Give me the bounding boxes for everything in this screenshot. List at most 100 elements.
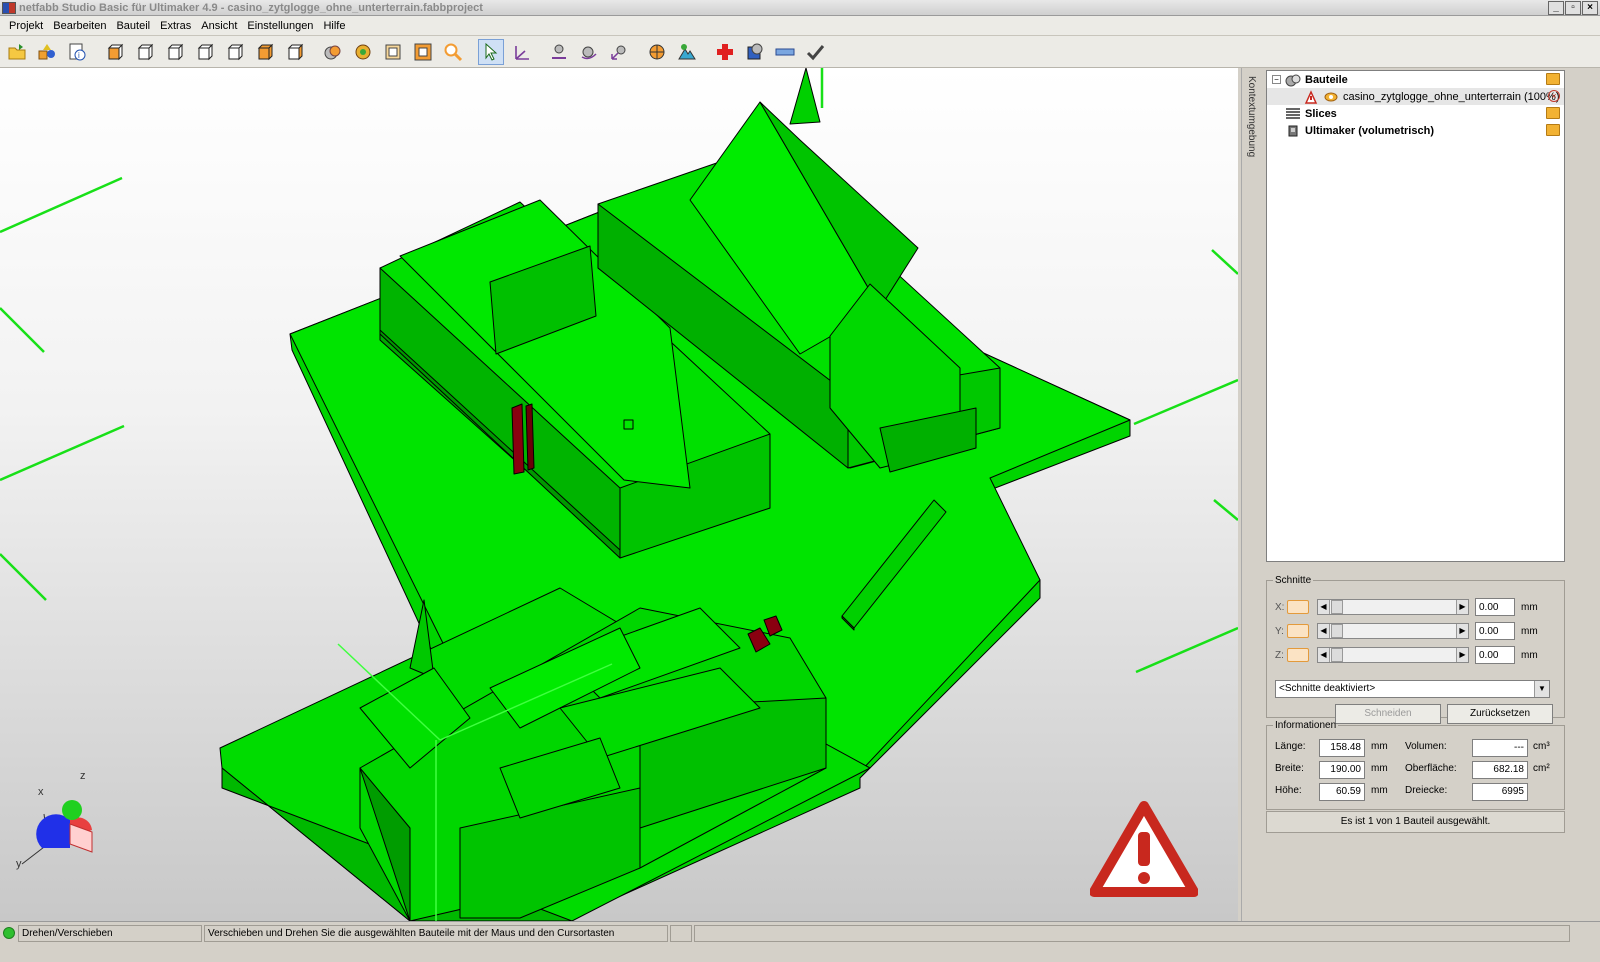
confirm-button[interactable] <box>802 39 828 65</box>
slider-right-arrow-icon[interactable]: ▶ <box>1456 648 1468 662</box>
menu-hilfe[interactable]: Hilfe <box>318 20 350 32</box>
zoom-all-button[interactable] <box>410 39 436 65</box>
cut-x-toggle[interactable] <box>1287 600 1309 614</box>
zoom-button[interactable] <box>440 39 466 65</box>
close-button[interactable]: × <box>1582 1 1598 15</box>
slices-icon <box>1285 107 1301 121</box>
zoom-part-button[interactable] <box>380 39 406 65</box>
length-unit: mm <box>1371 741 1388 752</box>
folder-icon[interactable] <box>1546 73 1560 85</box>
scale-button[interactable] <box>606 39 632 65</box>
minimize-button[interactable]: _ <box>1548 1 1564 15</box>
context-tab[interactable]: Kontextumgebung <box>1241 68 1263 921</box>
length-label: Länge: <box>1275 741 1306 752</box>
cut-y-input[interactable] <box>1475 622 1515 640</box>
parts-tree[interactable]: − Bauteile casino_zytglogge_ohne_unterte… <box>1266 70 1565 562</box>
repair-button[interactable] <box>712 39 738 65</box>
tree-item-bauteile[interactable]: − Bauteile <box>1267 71 1564 88</box>
open-project-button[interactable] <box>4 39 30 65</box>
status-hint: Verschieben und Drehen Sie die ausgewähl… <box>204 925 668 942</box>
slider-thumb[interactable] <box>1331 600 1343 614</box>
slicing-button[interactable] <box>742 39 768 65</box>
place-on-platform-button[interactable] <box>546 39 572 65</box>
part-warning-icon <box>1303 89 1319 104</box>
window-controls: _ ▫ × <box>1548 1 1598 15</box>
folder-icon[interactable] <box>1546 124 1560 136</box>
cut-x-slider[interactable]: ◀ ▶ <box>1317 599 1469 615</box>
slider-left-arrow-icon[interactable]: ◀ <box>1318 648 1330 662</box>
red-cross-icon <box>717 43 733 60</box>
cut-z-toggle[interactable] <box>1287 648 1309 662</box>
shading-button[interactable] <box>350 39 376 65</box>
measure-button[interactable] <box>644 39 670 65</box>
slider-right-arrow-icon[interactable]: ▶ <box>1456 624 1468 638</box>
view-iso-button[interactable] <box>282 39 308 65</box>
scene-svg <box>0 68 1238 921</box>
cube-right-icon <box>197 43 214 60</box>
rotate-button[interactable] <box>576 39 602 65</box>
tree-label-slices: Slices <box>1305 107 1337 120</box>
folder-open-icon <box>8 43 26 59</box>
render-mode-button[interactable] <box>320 39 346 65</box>
view-top-button[interactable] <box>222 39 248 65</box>
move-tool-button[interactable] <box>508 39 534 65</box>
info-group: Informationen Länge: 158.48 mm Breite: 1… <box>1266 720 1565 810</box>
length-value: 158.48 <box>1319 739 1365 757</box>
cut-x-input[interactable] <box>1475 598 1515 616</box>
maximize-button[interactable]: ▫ <box>1565 1 1581 15</box>
axis-widget: x z y <box>8 768 108 878</box>
3d-viewport[interactable]: x z y <box>0 68 1238 921</box>
menu-extras[interactable]: Extras <box>155 20 196 32</box>
support-button[interactable] <box>674 39 700 65</box>
view-bottom-button[interactable] <box>252 39 278 65</box>
view-left-button[interactable] <box>162 39 188 65</box>
cut-y-toggle[interactable] <box>1287 624 1309 638</box>
cut-y-slider[interactable]: ◀ ▶ <box>1317 623 1469 639</box>
menu-ansicht[interactable]: Ansicht <box>196 20 242 32</box>
select-tool-button[interactable] <box>478 38 504 65</box>
slider-left-arrow-icon[interactable]: ◀ <box>1318 600 1330 614</box>
menu-bar: Projekt Bearbeiten Bauteil Extras Ansich… <box>0 16 1600 36</box>
tree-expander[interactable]: − <box>1272 75 1281 84</box>
status-progress <box>694 925 1570 942</box>
folder-icon[interactable] <box>1546 107 1560 119</box>
menu-bearbeiten[interactable]: Bearbeiten <box>48 20 111 32</box>
add-part-button[interactable] <box>34 39 60 65</box>
warning-triangle-icon <box>1089 801 1199 897</box>
slider-thumb[interactable] <box>1331 648 1343 662</box>
slider-thumb[interactable] <box>1331 624 1343 638</box>
scale-icon <box>611 45 626 60</box>
menu-projekt[interactable]: Projekt <box>4 20 48 32</box>
tree-item-slices[interactable]: Slices <box>1267 105 1564 122</box>
cut-z-input[interactable] <box>1475 646 1515 664</box>
ball-down-icon <box>552 44 566 59</box>
menu-bauteil[interactable]: Bauteil <box>111 20 155 32</box>
view-right-button[interactable] <box>192 39 218 65</box>
eye-icon[interactable] <box>1323 90 1339 104</box>
cube-bottom-icon <box>257 43 274 60</box>
cuts-mode-select[interactable]: <Schnitte deaktiviert> ▼ <box>1275 680 1550 698</box>
ruler-button[interactable] <box>772 39 798 65</box>
cut-unit: mm <box>1521 625 1538 637</box>
part-info-button[interactable]: i <box>64 39 90 65</box>
cuts-mode-value: <Schnitte deaktiviert> <box>1279 683 1376 694</box>
warning-icon[interactable] <box>1089 800 1199 900</box>
menu-einstellungen[interactable]: Einstellungen <box>242 20 318 32</box>
chevron-down-icon[interactable]: ▼ <box>1534 681 1549 697</box>
model[interactable] <box>219 68 1131 921</box>
cut-row-z: Z: ◀ ▶ mm <box>1275 646 1538 664</box>
tree-item-machine[interactable]: Ultimaker (volumetrisch) <box>1267 122 1564 139</box>
remove-part-icon[interactable]: × <box>1548 90 1560 102</box>
axis-gizmo-icon <box>21 800 93 865</box>
slider-right-arrow-icon[interactable]: ▶ <box>1456 600 1468 614</box>
triangles-value: 6995 <box>1472 783 1528 801</box>
spheres-icon <box>324 45 341 59</box>
view-back-button[interactable] <box>132 39 158 65</box>
slider-left-arrow-icon[interactable]: ◀ <box>1318 624 1330 638</box>
printer-icon <box>1285 124 1301 138</box>
height-label: Höhe: <box>1275 785 1302 796</box>
view-front-button[interactable] <box>102 39 128 65</box>
cut-row-x: X: ◀ ▶ mm <box>1275 598 1538 616</box>
tree-item-part[interactable]: casino_zytglogge_ohne_unterterrain (100%… <box>1267 88 1564 105</box>
cut-z-slider[interactable]: ◀ ▶ <box>1317 647 1469 663</box>
